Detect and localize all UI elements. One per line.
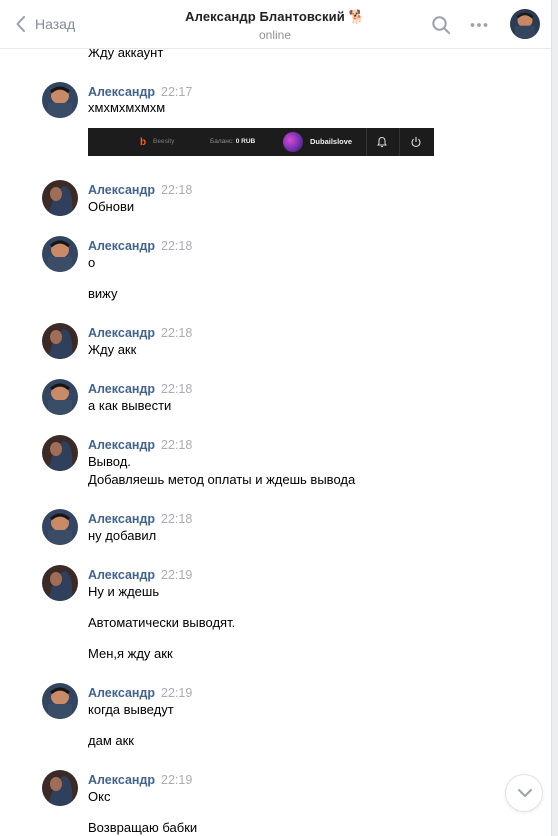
message-header: Александр 22:18: [88, 437, 192, 453]
balance: Баланс: 0 RUB: [210, 138, 255, 145]
message-header: Александр 22:17: [88, 84, 192, 100]
back-label: Назад: [35, 16, 76, 32]
message-text: дам акк: [88, 733, 134, 748]
avatar[interactable]: [42, 180, 78, 216]
scroll-to-bottom-button[interactable]: [505, 774, 543, 812]
author-name[interactable]: Александр: [88, 382, 155, 396]
profile-username: Dubailslove: [310, 137, 353, 146]
message-text: вижу: [88, 286, 118, 301]
header-avatar[interactable]: [510, 9, 540, 39]
author-name[interactable]: Александр: [88, 568, 155, 582]
site-logo: b: [140, 137, 147, 148]
chevron-down-icon: [518, 789, 532, 797]
message-text: хмхмхмхмхм: [88, 100, 166, 115]
author-name[interactable]: Александр: [88, 326, 155, 340]
message-history: Жду аккаунт Александр 22:17 хмхмхмхмхм b …: [0, 49, 551, 836]
message-time[interactable]: 22:17: [161, 85, 192, 99]
author-name[interactable]: Александр: [88, 512, 155, 526]
message-time[interactable]: 22:19: [161, 568, 192, 582]
author-name[interactable]: Александр: [88, 183, 155, 197]
chat-title: Александр Блантовский 🐕: [150, 9, 400, 25]
avatar[interactable]: [42, 683, 78, 719]
search-icon[interactable]: [431, 15, 451, 35]
message-text: Жду аккаунт: [88, 49, 164, 60]
divider: [399, 128, 400, 156]
online-status: online: [258, 28, 292, 42]
message-header: Александр 22:18: [88, 238, 192, 254]
power-icon: [411, 137, 421, 147]
author-name[interactable]: Александр: [88, 85, 155, 99]
message-text: Вывод.: [88, 454, 131, 469]
chevron-left-icon: [16, 16, 25, 32]
site-logo-name: Beesity: [153, 138, 175, 145]
balance-label: Баланс:: [210, 138, 234, 145]
chat-title-block[interactable]: Александр Блантовский 🐕 online: [150, 9, 400, 42]
message-time[interactable]: 22:18: [161, 382, 192, 396]
message-text: Обнови: [88, 199, 135, 214]
message-header: Александр 22:18: [88, 325, 192, 341]
message-text: ну добавил: [88, 528, 157, 543]
chat-header: Назад Александр Блантовский 🐕 online: [0, 0, 551, 49]
message-time[interactable]: 22:18: [161, 183, 192, 197]
message-text: Добавляешь метод оплаты и ждешь вывода: [88, 472, 356, 487]
message-header: Александр 22:19: [88, 772, 192, 788]
message-header: Александр 22:18: [88, 381, 192, 397]
avatar[interactable]: [42, 379, 78, 415]
author-name[interactable]: Александр: [88, 239, 155, 253]
message-text: когда выведут: [88, 702, 174, 717]
message-header: Александр 22:18: [88, 511, 192, 527]
bell-icon: [377, 136, 387, 148]
back-button[interactable]: Назад: [16, 14, 75, 34]
dog-emoji: 🐕: [348, 9, 365, 24]
message-header: Александр 22:19: [88, 685, 192, 701]
message-text: Окс: [88, 789, 111, 804]
message-text: Жду акк: [88, 342, 137, 357]
message-time[interactable]: 22:18: [161, 239, 192, 253]
avatar[interactable]: [42, 565, 78, 601]
avatar[interactable]: [42, 509, 78, 545]
message-header: Александр 22:18: [88, 182, 192, 198]
message-time[interactable]: 22:18: [161, 438, 192, 452]
avatar[interactable]: [42, 82, 78, 118]
chat-title-name: Александр Блантовский: [185, 9, 345, 24]
avatar[interactable]: [42, 323, 78, 359]
divider: [366, 128, 367, 156]
message-text: о: [88, 255, 96, 270]
message-text: Мен,я жду акк: [88, 646, 173, 661]
avatar[interactable]: [42, 770, 78, 806]
message-time[interactable]: 22:19: [161, 686, 192, 700]
message-time[interactable]: 22:18: [161, 512, 192, 526]
message-text: Автоматически выводят.: [88, 615, 236, 630]
message-time[interactable]: 22:18: [161, 326, 192, 340]
author-name[interactable]: Александр: [88, 686, 155, 700]
message-text: Возвращаю бабки: [88, 820, 198, 835]
attached-screenshot[interactable]: b Beesity Баланс: 0 RUB Dubailslove: [88, 128, 434, 156]
message-text: Ну и ждешь: [88, 584, 160, 599]
more-dots-icon[interactable]: [469, 15, 489, 35]
message-text: а как вывести: [88, 398, 172, 413]
avatar[interactable]: [42, 435, 78, 471]
message-header: Александр 22:19: [88, 567, 192, 583]
balance-value: 0 RUB: [235, 138, 256, 145]
message-time[interactable]: 22:19: [161, 773, 192, 787]
avatar[interactable]: [42, 236, 78, 272]
author-name[interactable]: Александр: [88, 438, 155, 452]
author-name[interactable]: Александр: [88, 773, 155, 787]
profile-avatar: [283, 132, 303, 152]
chat-window: Назад Александр Блантовский 🐕 online Жду…: [0, 0, 552, 836]
